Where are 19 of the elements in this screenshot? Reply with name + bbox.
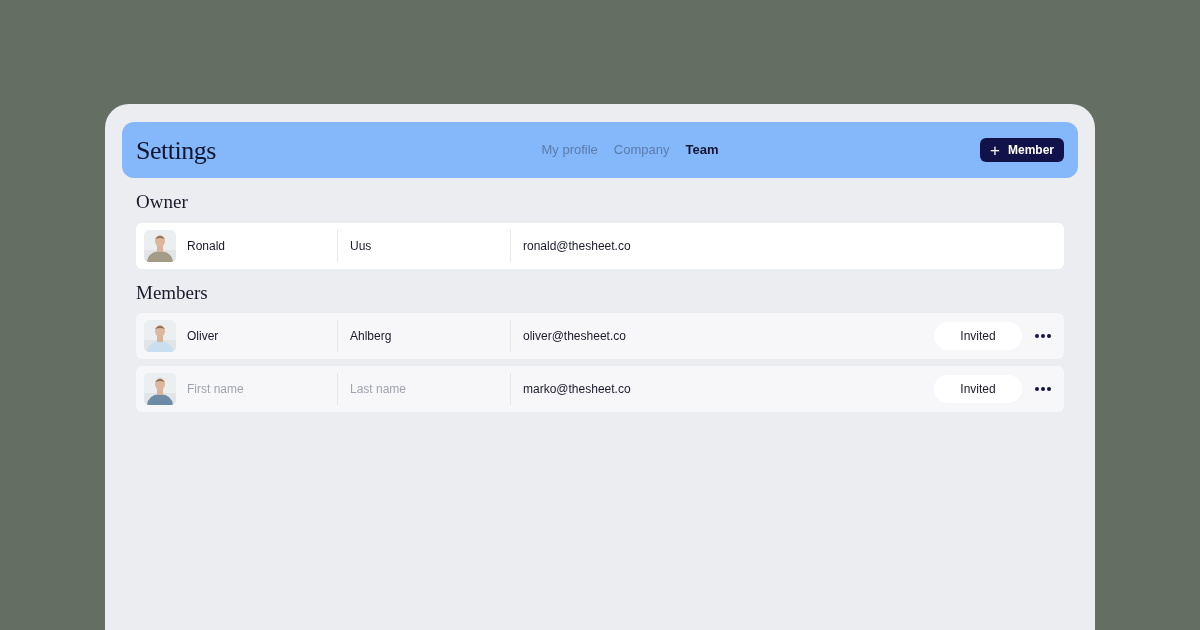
status-button[interactable]: Invited xyxy=(934,375,1022,403)
plus-icon: + xyxy=(990,141,1000,159)
input-field[interactable]: Oliver xyxy=(176,327,337,345)
email-text: oliver@thesheet.co xyxy=(510,320,934,352)
email-text: ronald@thesheet.co xyxy=(510,229,1056,262)
input-field[interactable]: Uus xyxy=(337,229,510,262)
section-heading: Members xyxy=(136,280,209,305)
input-field[interactable]: First name xyxy=(176,380,337,398)
email-text: marko@thesheet.co xyxy=(510,373,934,405)
tab[interactable]: Team xyxy=(685,140,719,160)
section-heading: Owner xyxy=(136,190,189,214)
more-icon[interactable] xyxy=(1035,387,1051,391)
add-member-button[interactable]: + Member xyxy=(980,138,1064,162)
page-title: Settings xyxy=(136,134,217,167)
more-icon[interactable] xyxy=(1035,334,1051,338)
input-field[interactable]: Last name xyxy=(337,373,510,405)
status-button[interactable]: Invited xyxy=(934,322,1022,350)
input-field[interactable]: Ronald xyxy=(176,236,337,255)
input-field[interactable]: Ahlberg xyxy=(337,320,510,352)
